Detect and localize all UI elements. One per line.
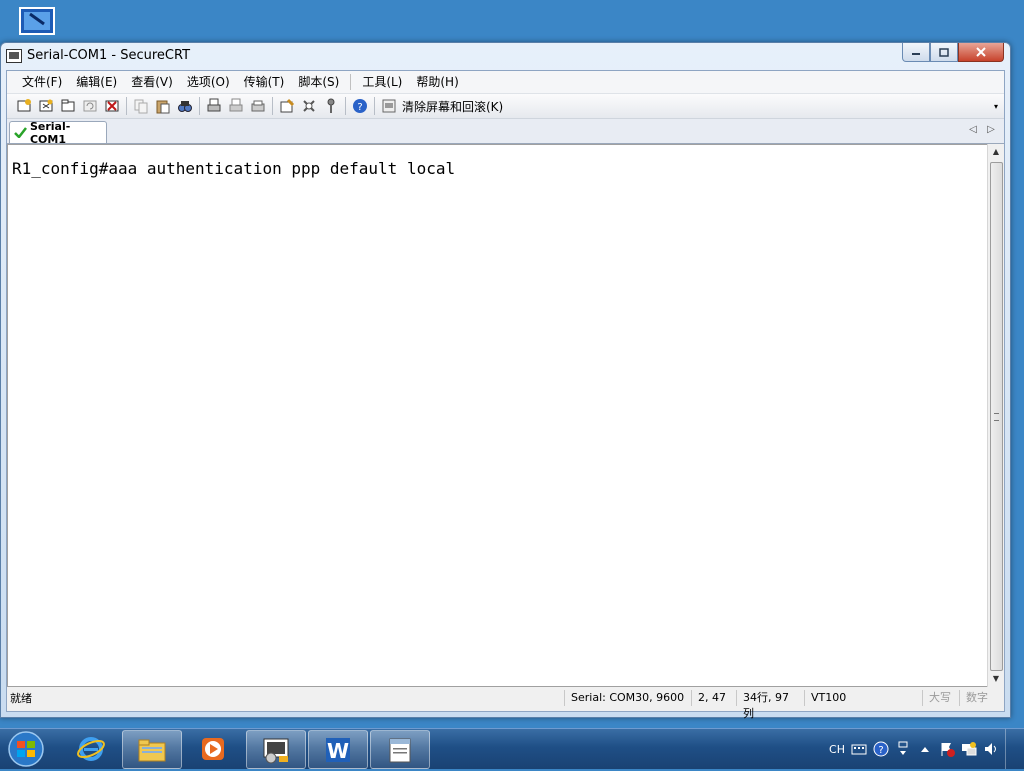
minimize-button[interactable] <box>902 43 930 62</box>
folder-icon <box>138 739 166 761</box>
menu-edit[interactable]: 编辑(E) <box>69 71 124 93</box>
scrollbar-thumb[interactable] <box>990 162 1003 671</box>
securecrt-icon <box>263 738 289 763</box>
taskbar-media-player[interactable] <box>184 730 242 767</box>
ime-help-icon[interactable]: ? <box>873 741 889 757</box>
taskbar-ie[interactable] <box>62 730 120 767</box>
menu-bar: 文件(F) 编辑(E) 查看(V) 选项(O) 传输(T) 脚本(S) 工具(L… <box>7 71 1004 94</box>
session-tab-bar: Serial-COM1 ◁ ▷ <box>7 119 1004 146</box>
session-options-icon[interactable] <box>276 96 298 116</box>
tab-scroll-right-icon[interactable]: ▷ <box>984 123 998 137</box>
toolbar: ? 清除屏幕和回滚(K) ▾ <box>7 94 1004 119</box>
taskbar-notepad[interactable] <box>370 730 430 769</box>
taskbar-explorer[interactable] <box>122 730 182 769</box>
status-bar: 就绪 Serial: COM30, 9600 2, 47 34行, 97列 VT… <box>7 688 1004 720</box>
menu-separator <box>350 74 352 90</box>
computer-desktop-icon[interactable] <box>14 0 62 40</box>
clear-screen-icon[interactable] <box>378 96 400 116</box>
scrollbar-grip-icon <box>994 413 999 421</box>
tab-label: Serial-COM1 <box>29 119 71 146</box>
menu-help[interactable]: 帮助(H) <box>409 71 465 93</box>
status-cursor-position: 2, 47 <box>691 690 736 706</box>
show-hidden-icons-icon[interactable] <box>917 741 933 757</box>
reconnect-icon[interactable] <box>79 96 101 116</box>
maximize-icon <box>939 47 949 57</box>
svg-text:?: ? <box>357 102 362 113</box>
status-emulation: VT100 <box>804 690 922 706</box>
menu-script[interactable]: 脚本(S) <box>291 71 346 93</box>
securecrt-window: Serial-COM1 - SecureCRT 文件(F) 编辑(E) 查看(V… <box>0 42 1011 720</box>
menu-options[interactable]: 选项(O) <box>180 71 237 93</box>
disconnect-icon[interactable] <box>101 96 123 116</box>
title-bar[interactable]: Serial-COM1 - SecureCRT <box>1 43 1010 69</box>
copy-icon[interactable] <box>130 96 152 116</box>
windows-logo-icon <box>8 731 44 767</box>
minimize-icon <box>912 53 920 55</box>
close-button[interactable] <box>958 43 1004 62</box>
terminal-area[interactable]: R1_config#aaa authentication ppp default… <box>7 144 988 687</box>
media-player-icon <box>202 737 224 760</box>
toolbar-separator <box>199 97 200 115</box>
status-connection: Serial: COM30, 9600 <box>564 690 691 706</box>
taskbar-word[interactable]: W <box>308 730 368 769</box>
toolbar-separator <box>374 97 375 115</box>
status-num-lock: 数字 <box>959 690 996 706</box>
connect-icon[interactable] <box>13 96 35 116</box>
paste-icon[interactable] <box>152 96 174 116</box>
action-center-flag-icon[interactable] <box>939 741 955 757</box>
network-icon[interactable] <box>961 741 977 757</box>
scroll-up-icon[interactable]: ▲ <box>988 144 1004 160</box>
menu-view[interactable]: 查看(V) <box>124 71 180 93</box>
print-setup-icon[interactable] <box>247 96 269 116</box>
volume-icon[interactable] <box>983 741 999 757</box>
toolbar-overflow-icon[interactable]: ▾ <box>994 100 1002 114</box>
terminal-line: R1_config#aaa authentication ppp default… <box>12 159 456 178</box>
start-button[interactable] <box>4 730 48 768</box>
internet-explorer-icon <box>77 736 105 761</box>
help-icon[interactable]: ? <box>349 96 371 116</box>
tab-serial-com1[interactable]: Serial-COM1 <box>9 119 107 146</box>
show-desktop-button[interactable] <box>1005 729 1016 769</box>
toolbar-separator <box>345 97 346 115</box>
global-options-icon[interactable] <box>298 96 320 116</box>
vertical-scrollbar[interactable]: ▲ ▼ <box>987 144 1004 687</box>
status-caps-lock: 大写 <box>922 690 959 706</box>
svg-text:?: ? <box>878 745 883 756</box>
notepad-icon <box>389 738 411 762</box>
print-selection-icon[interactable] <box>225 96 247 116</box>
status-ready: 就绪 <box>10 692 32 705</box>
language-indicator[interactable]: CH <box>829 743 845 756</box>
tab-scroll-left-icon[interactable]: ◁ <box>966 123 980 137</box>
taskbar-securecrt[interactable] <box>246 730 306 769</box>
clear-screen-button[interactable]: 清除屏幕和回滚(K) <box>402 98 503 115</box>
keymap-icon[interactable] <box>320 96 342 116</box>
quick-connect-icon[interactable] <box>35 96 57 116</box>
system-tray: CH ? <box>829 729 1024 769</box>
taskbar: W CH ? <box>0 728 1024 769</box>
status-terminal-size: 34行, 97列 <box>736 690 804 720</box>
scroll-down-icon[interactable]: ▼ <box>988 671 1004 687</box>
toolbar-separator <box>272 97 273 115</box>
maximize-button[interactable] <box>930 43 958 62</box>
menu-file[interactable]: 文件(F) <box>15 71 69 93</box>
print-icon[interactable] <box>203 96 225 116</box>
svg-text:W: W <box>327 739 349 763</box>
check-icon <box>14 127 27 138</box>
window-title: Serial-COM1 - SecureCRT <box>27 48 191 63</box>
menu-tools[interactable]: 工具(L) <box>355 71 409 93</box>
find-icon[interactable] <box>174 96 196 116</box>
toolbar-separator <box>126 97 127 115</box>
word-icon: W <box>326 737 350 763</box>
close-icon <box>976 47 986 57</box>
securecrt-app-icon[interactable] <box>6 49 22 63</box>
menu-transfer[interactable]: 传输(T) <box>237 71 292 93</box>
connect-tab-icon[interactable] <box>57 96 79 116</box>
keyboard-icon[interactable] <box>851 741 867 757</box>
ime-options-icon[interactable] <box>895 741 911 757</box>
